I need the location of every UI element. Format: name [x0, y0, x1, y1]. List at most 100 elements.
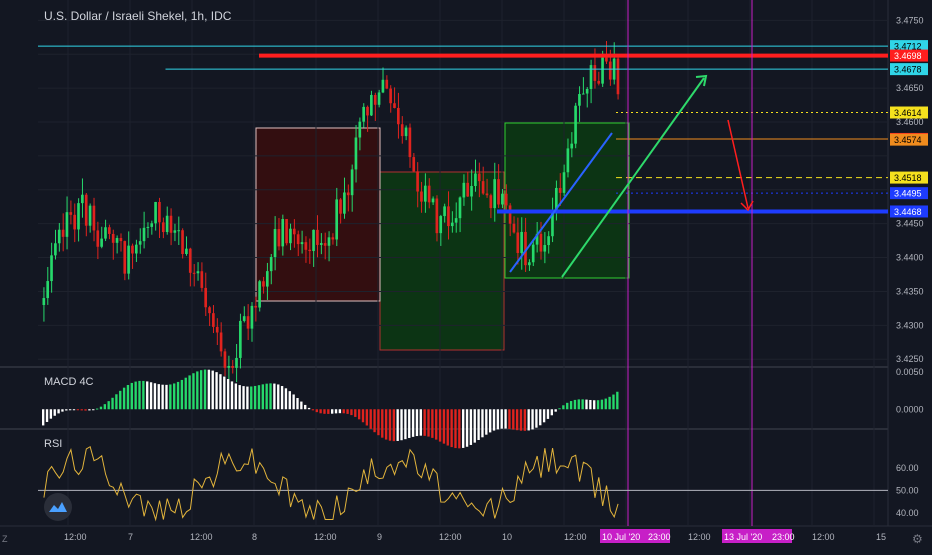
candle-body	[381, 79, 385, 93]
candle-body	[339, 199, 342, 214]
price-label-text: 3.4698	[894, 51, 922, 61]
candle-body	[235, 357, 238, 368]
candle-body	[373, 94, 377, 105]
candle-body	[215, 326, 219, 333]
candle-body	[408, 127, 412, 158]
candle-body	[165, 215, 169, 233]
macd-bar	[192, 373, 195, 410]
gear-icon[interactable]: ⚙	[912, 532, 923, 546]
macd-bar	[334, 409, 338, 414]
macd-bar	[115, 394, 118, 410]
macd-bar	[365, 409, 369, 426]
candle-body	[292, 228, 296, 235]
macd-bar	[238, 385, 241, 410]
candle-body	[400, 124, 404, 137]
candle-body	[138, 241, 142, 245]
candle-body	[547, 236, 550, 246]
candle-body	[593, 65, 597, 81]
rsi-tick-label: 40.00	[896, 508, 919, 518]
macd-bar	[300, 401, 303, 410]
time-axis-label: 9	[377, 532, 382, 542]
macd-bar	[261, 384, 264, 410]
macd-bar	[265, 383, 268, 410]
candle-body	[597, 80, 601, 84]
macd-bar	[542, 409, 546, 423]
candle-body	[73, 214, 76, 230]
macd-bar	[423, 409, 426, 436]
macd-bar	[481, 409, 484, 438]
candle-body	[231, 366, 234, 368]
candle-body	[346, 192, 350, 196]
macd-bar	[381, 409, 384, 438]
candle-body	[204, 287, 207, 308]
macd-bar	[361, 409, 365, 423]
macd-bar	[203, 369, 207, 410]
candle-body	[493, 179, 496, 209]
candle-body	[84, 194, 88, 226]
macd-bar	[462, 409, 465, 448]
candle-body	[115, 238, 119, 243]
macd-bar	[427, 409, 430, 437]
candle-body	[65, 212, 69, 237]
candle-body	[169, 215, 173, 233]
candle-body	[57, 229, 61, 244]
macd-bar	[134, 381, 137, 410]
time-axis-label: 23:00	[772, 532, 795, 542]
time-axis-label: 8	[252, 532, 257, 542]
candle-body	[431, 198, 435, 203]
candle-body	[474, 173, 477, 187]
macd-bar	[296, 397, 299, 410]
candle-body	[435, 198, 439, 234]
price-tick-label: 3.4750	[896, 15, 924, 25]
macd-bar	[562, 405, 565, 410]
macd-bar	[142, 380, 145, 410]
candle-body	[327, 237, 331, 246]
candle-body	[450, 222, 454, 227]
macd-bar	[608, 396, 611, 410]
macd-bar	[408, 409, 411, 438]
macd-bar	[173, 383, 176, 410]
macd-bar	[126, 384, 130, 410]
candle-body	[570, 143, 574, 149]
tradingview-logo[interactable]	[44, 493, 72, 521]
candle-body	[188, 248, 192, 273]
candle-body	[219, 332, 223, 352]
candle-body	[142, 227, 146, 242]
candle-body	[605, 57, 608, 62]
chart-svg[interactable]: 3.47503.46503.46003.44503.44003.43503.43…	[0, 0, 932, 550]
candle-body	[134, 244, 138, 254]
candle-body	[312, 229, 315, 252]
candle-body	[443, 206, 446, 217]
candle-body	[481, 181, 485, 194]
candle-body	[185, 248, 188, 255]
candle-body	[335, 199, 339, 240]
candle-body	[370, 94, 373, 116]
macd-pane-label: MACD 4C	[44, 376, 94, 388]
time-axis-label: 13 Jul '20	[724, 532, 762, 542]
macd-bar	[327, 409, 330, 414]
macd-bar	[569, 401, 573, 410]
candle-body	[504, 193, 508, 206]
candle-body	[520, 231, 523, 253]
candle-body	[192, 272, 196, 274]
macd-bar	[419, 409, 422, 436]
price-tick-label: 3.4300	[896, 320, 924, 330]
time-axis-label: 12:00	[564, 532, 587, 542]
macd-bar	[68, 409, 72, 411]
macd-bar	[288, 391, 291, 410]
macd-bar	[546, 409, 550, 419]
macd-bar	[169, 384, 172, 410]
z-icon[interactable]: Z	[2, 534, 8, 544]
macd-bar	[273, 383, 276, 410]
candle-body	[108, 227, 111, 234]
macd-bar	[400, 409, 403, 441]
price-tick-label: 3.4400	[896, 253, 924, 263]
macd-bar	[392, 409, 396, 442]
macd-bar	[500, 409, 503, 429]
candle-body	[196, 271, 200, 274]
macd-bar	[277, 384, 280, 410]
chart-canvas[interactable]: 3.4750 3.4650 3.4600 3.4450 3.4400 3.4350 3.43…	[0, 0, 932, 550]
candle-body	[574, 105, 577, 144]
candle-body	[601, 57, 604, 84]
time-axis-label: 12:00	[314, 532, 337, 542]
